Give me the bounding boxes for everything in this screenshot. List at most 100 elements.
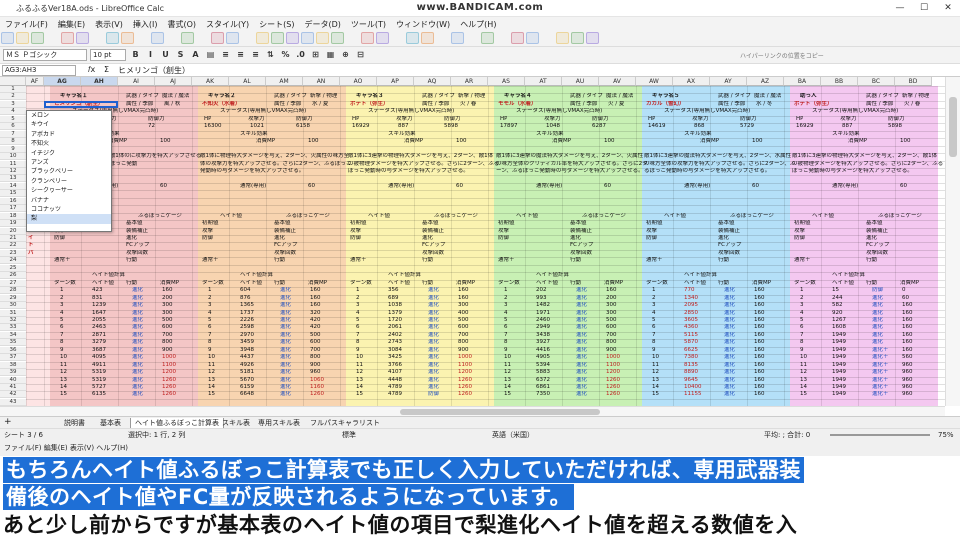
turn-number[interactable]: 8 — [356, 339, 360, 346]
mp-value-cell[interactable]: 1000 — [606, 354, 620, 361]
mp-value-cell[interactable]: 160 — [754, 391, 765, 398]
mp-value-cell[interactable]: 160 — [754, 347, 765, 354]
format-icon[interactable]: A — [189, 49, 202, 61]
grid-line[interactable] — [303, 86, 304, 406]
action-value[interactable]: 進化 — [872, 302, 883, 309]
action-value[interactable]: 進化 — [724, 310, 735, 317]
font-name-box[interactable]: ＭＳ Ｐゴシック — [3, 49, 87, 61]
turn-number[interactable]: 1 — [208, 287, 212, 294]
action-value[interactable]: 進化 — [428, 317, 439, 324]
format-icon[interactable]: U — [159, 49, 172, 61]
grid-line[interactable] — [636, 86, 637, 406]
turn-label[interactable]: ターン数 — [498, 280, 520, 287]
turn-number[interactable]: 5 — [356, 317, 360, 324]
mp-value-cell[interactable]: 900 — [458, 347, 469, 354]
hate-value[interactable]: 1365 — [240, 302, 254, 309]
row-header-3[interactable]: 3 — [0, 100, 26, 108]
hate-label[interactable]: ヘイト値 — [220, 213, 242, 220]
hp-label[interactable]: HP — [796, 116, 803, 123]
row-header-19[interactable]: 19 — [0, 220, 26, 228]
grid-line[interactable] — [26, 197, 945, 199]
mp-header[interactable]: 消費MP — [604, 280, 623, 287]
mp-value-cell[interactable]: 160 — [754, 339, 765, 346]
character-title[interactable]: キャラ名３ — [356, 93, 384, 100]
def-label[interactable]: 防御力 — [444, 116, 461, 123]
atk-label[interactable]: 攻撃力 — [840, 116, 857, 123]
mp-value-cell[interactable]: 60 — [902, 295, 909, 302]
hate-value[interactable]: 2055 — [92, 317, 106, 324]
toolbar-icon[interactable] — [496, 32, 509, 44]
column-header-ak[interactable]: AK — [192, 77, 229, 86]
base-label[interactable]: 基本値 — [866, 220, 883, 227]
weapon-label[interactable]: 武器 / タイプ — [718, 93, 751, 100]
turn-number[interactable]: 9 — [800, 347, 804, 354]
def-value[interactable]: 72 — [148, 123, 155, 130]
turn-number[interactable]: 8 — [504, 339, 508, 346]
turn-number[interactable]: 8 — [800, 339, 804, 346]
toolbar-icon[interactable] — [406, 32, 419, 44]
mp-value-cell[interactable]: 800 — [606, 339, 617, 346]
action-value[interactable]: 進化＋ — [872, 347, 889, 354]
action-value[interactable]: 進化 — [724, 369, 735, 376]
turn-number[interactable]: 13 — [356, 377, 363, 384]
fcup-label[interactable]: FCアップ — [126, 242, 150, 249]
hate-value[interactable]: 1949 — [832, 384, 846, 391]
hate-value[interactable]: 5394 — [536, 362, 550, 369]
action-value[interactable]: 進化 — [280, 302, 291, 309]
ornament-label[interactable]: 装備補正 — [570, 228, 592, 235]
action-value[interactable]: 進化＋ — [872, 362, 889, 369]
defense-label[interactable]: 防御 — [350, 235, 361, 242]
hate-value-label[interactable]: ヘイト値 — [388, 280, 410, 287]
mp-value-cell[interactable]: 1260 — [458, 377, 472, 384]
action-value[interactable]: 進化 — [280, 347, 291, 354]
column-header-bd[interactable]: BD — [895, 77, 932, 86]
column-header-ao[interactable]: AO — [340, 77, 377, 86]
hate-value[interactable]: 202 — [536, 287, 547, 294]
column-header-au[interactable]: AU — [562, 77, 599, 86]
action-value[interactable]: 進化 — [280, 384, 291, 391]
menu-data[interactable]: データ(D) — [299, 17, 345, 30]
row-header-22[interactable]: 22 — [0, 242, 26, 250]
row-header-27[interactable]: 27 — [0, 279, 26, 287]
mp-value-cell[interactable]: 1260 — [606, 384, 620, 391]
action-value[interactable]: 進化 — [576, 295, 587, 302]
side-letter[interactable]: ト — [28, 242, 34, 249]
hate-label[interactable]: ヘイト値 — [368, 213, 390, 220]
hate-value[interactable]: 5670 — [240, 377, 254, 384]
mp-value-cell[interactable]: 420 — [310, 317, 321, 324]
ornament-label[interactable]: 装備補正 — [126, 228, 148, 235]
mp-value-cell[interactable]: 0 — [902, 287, 906, 294]
maximize-button[interactable]: ☐ — [912, 0, 936, 16]
dropdown-option[interactable]: ブラックベリー — [27, 167, 111, 176]
action-value[interactable]: 進化 — [724, 332, 735, 339]
normal-plus-label[interactable]: 通常＋ — [54, 257, 71, 264]
character-title[interactable]: キャラ名２ — [208, 93, 236, 100]
row-header-42[interactable]: 42 — [0, 391, 26, 399]
toolbar-icon[interactable] — [121, 32, 134, 44]
skill-text[interactable]: 敵1体に3連撃の物理特大ダメージを与え、2ターン、敵1体 — [792, 153, 937, 160]
row-header-17[interactable]: 17 — [0, 205, 26, 213]
dropdown-option[interactable]: 梨 — [27, 214, 111, 224]
action-value[interactable]: 進化 — [724, 354, 735, 361]
grid-line[interactable] — [340, 86, 341, 406]
column-header-am[interactable]: AM — [266, 77, 303, 86]
mp-value-cell[interactable]: 1260 — [162, 391, 176, 398]
turn-number[interactable]: 9 — [356, 347, 360, 354]
skill-text[interactable]: 敵1体に物理特大ダメージを与え、2ターン、火属性の味方全 — [200, 153, 349, 160]
dropdown-option[interactable]: イチジク — [27, 149, 111, 158]
mp-value-cell[interactable]: 1060 — [310, 377, 324, 384]
toolbar-icon[interactable] — [286, 32, 299, 44]
normal-plus-label[interactable]: 通常＋ — [794, 257, 811, 264]
skill-text[interactable]: の味方全体のクリティカル率を特大アップさせる。さらに2タ — [496, 161, 648, 168]
atk-value[interactable]: 1021 — [250, 123, 264, 130]
row-header-16[interactable]: 16 — [0, 197, 26, 205]
row-header-9[interactable]: 9 — [0, 145, 26, 153]
action-value[interactable]: 進化 — [576, 332, 587, 339]
hate-value[interactable]: 4905 — [536, 354, 550, 361]
column-header-ba[interactable]: BA — [784, 77, 821, 86]
mp-header[interactable]: 消費MP — [900, 280, 919, 287]
mp-value-cell[interactable]: 160 — [902, 317, 913, 324]
hate-value[interactable]: 1239 — [92, 302, 106, 309]
turn-number[interactable]: 8 — [652, 339, 656, 346]
action-value[interactable]: 進化 — [428, 384, 439, 391]
